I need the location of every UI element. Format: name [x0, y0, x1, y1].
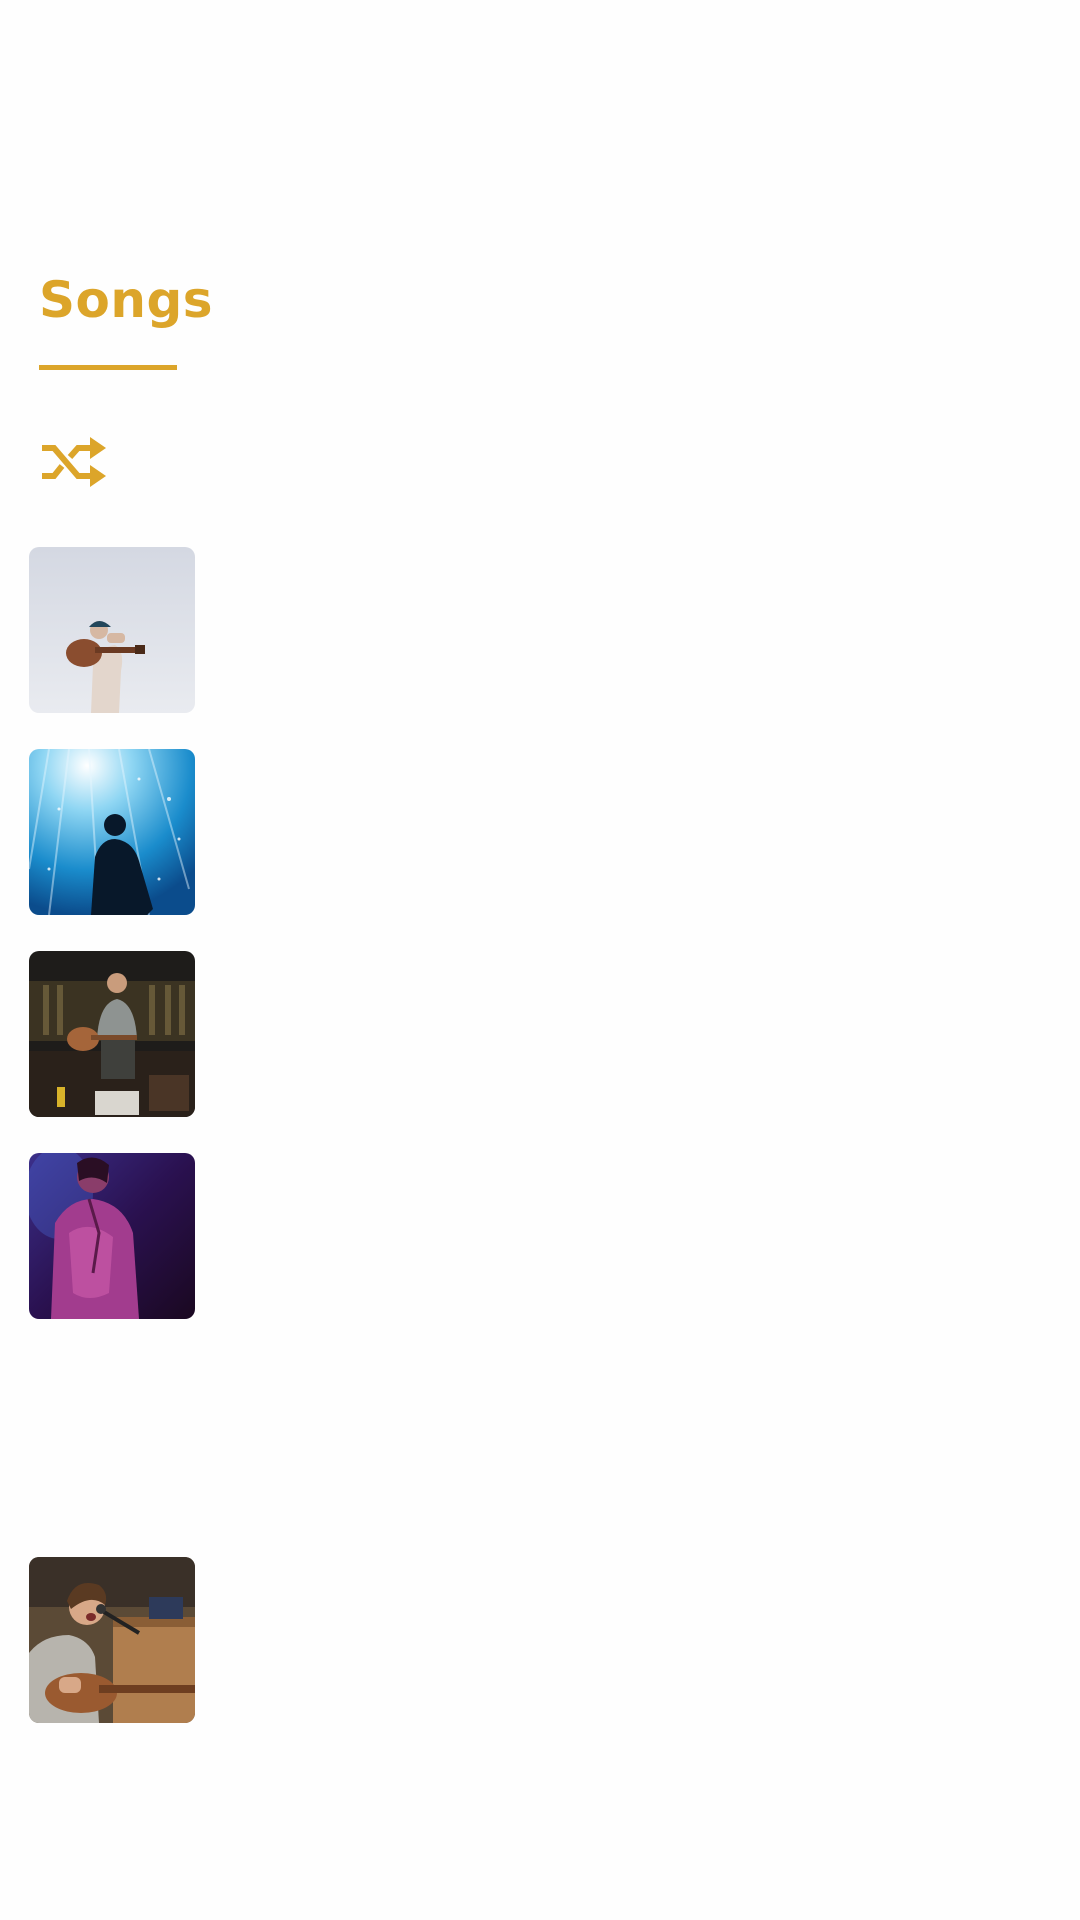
song-artwork-image [29, 749, 195, 915]
song-artwork-image [29, 1153, 195, 1319]
song-artwork-image [29, 1557, 195, 1723]
song-artwork[interactable] [29, 749, 195, 915]
song-artwork[interactable] [29, 1557, 195, 1723]
song-artwork-image [29, 547, 195, 713]
tab-active-indicator [39, 365, 177, 370]
song-artwork[interactable] [29, 1153, 195, 1319]
shuffle-icon [42, 437, 106, 487]
tab-songs-label: Songs [39, 271, 214, 329]
song-artwork[interactable] [29, 547, 195, 713]
song-artwork-image [29, 951, 195, 1117]
song-artwork[interactable] [29, 951, 195, 1117]
shuffle-button[interactable] [34, 422, 114, 502]
